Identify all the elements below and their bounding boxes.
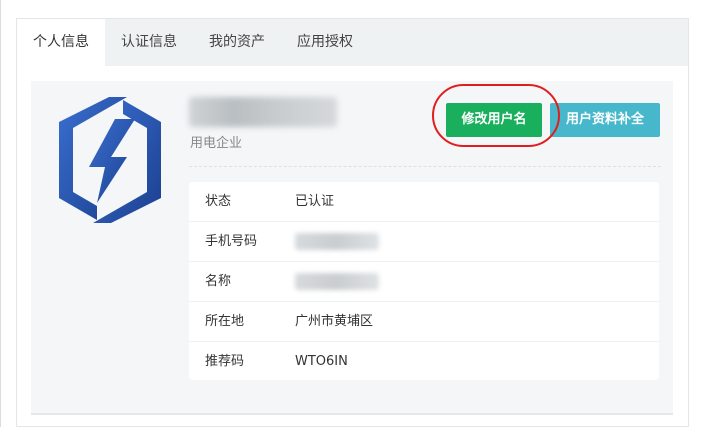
tab-my-assets[interactable]: 我的资产: [193, 19, 281, 66]
tab-certification-info[interactable]: 认证信息: [105, 19, 193, 66]
account-panel: 个人信息 认证信息 我的资产 应用授权 用电企业 修改用户名 用户资料补全 状态…: [16, 18, 689, 427]
divider: [189, 166, 661, 167]
referral-code-label: 推荐码: [205, 354, 245, 369]
tab-bar: 个人信息 认证信息 我的资产 应用授权: [17, 19, 688, 66]
info-row-status: 状态 已认证: [189, 182, 659, 222]
company-logo-icon: [59, 97, 161, 223]
app-frame: 个人信息 认证信息 我的资产 应用授权 用电企业 修改用户名 用户资料补全 状态…: [0, 0, 704, 427]
left-border: [0, 0, 1, 427]
profile-card: 用电企业 修改用户名 用户资料补全 状态 已认证 手机号码 名称 所在地 广州市…: [31, 81, 673, 415]
info-row-location: 所在地 广州市黄埔区: [189, 302, 659, 342]
name-value-redacted: [295, 273, 379, 290]
tab-personal-info[interactable]: 个人信息: [17, 19, 105, 66]
edit-username-button[interactable]: 修改用户名: [446, 103, 542, 137]
phone-value-redacted: [295, 233, 379, 250]
referral-code-value: WTO6IN: [295, 354, 348, 369]
status-value: 已认证: [295, 194, 335, 209]
location-value: 广州市黄埔区: [295, 314, 374, 329]
info-row-name: 名称: [189, 262, 659, 302]
account-type-label: 用电企业: [190, 136, 243, 151]
location-label: 所在地: [205, 314, 245, 329]
status-label: 状态: [205, 194, 232, 209]
info-row-phone: 手机号码: [189, 222, 659, 262]
tab-app-authorization[interactable]: 应用授权: [281, 19, 369, 66]
info-table: 状态 已认证 手机号码 名称 所在地 广州市黄埔区 推荐码 WTO6IN: [189, 182, 659, 380]
company-name-redacted: [189, 97, 337, 127]
info-row-referral: 推荐码 WTO6IN: [189, 342, 659, 381]
complete-profile-button[interactable]: 用户资料补全: [550, 103, 660, 137]
phone-label: 手机号码: [205, 234, 258, 249]
name-label: 名称: [205, 274, 232, 289]
